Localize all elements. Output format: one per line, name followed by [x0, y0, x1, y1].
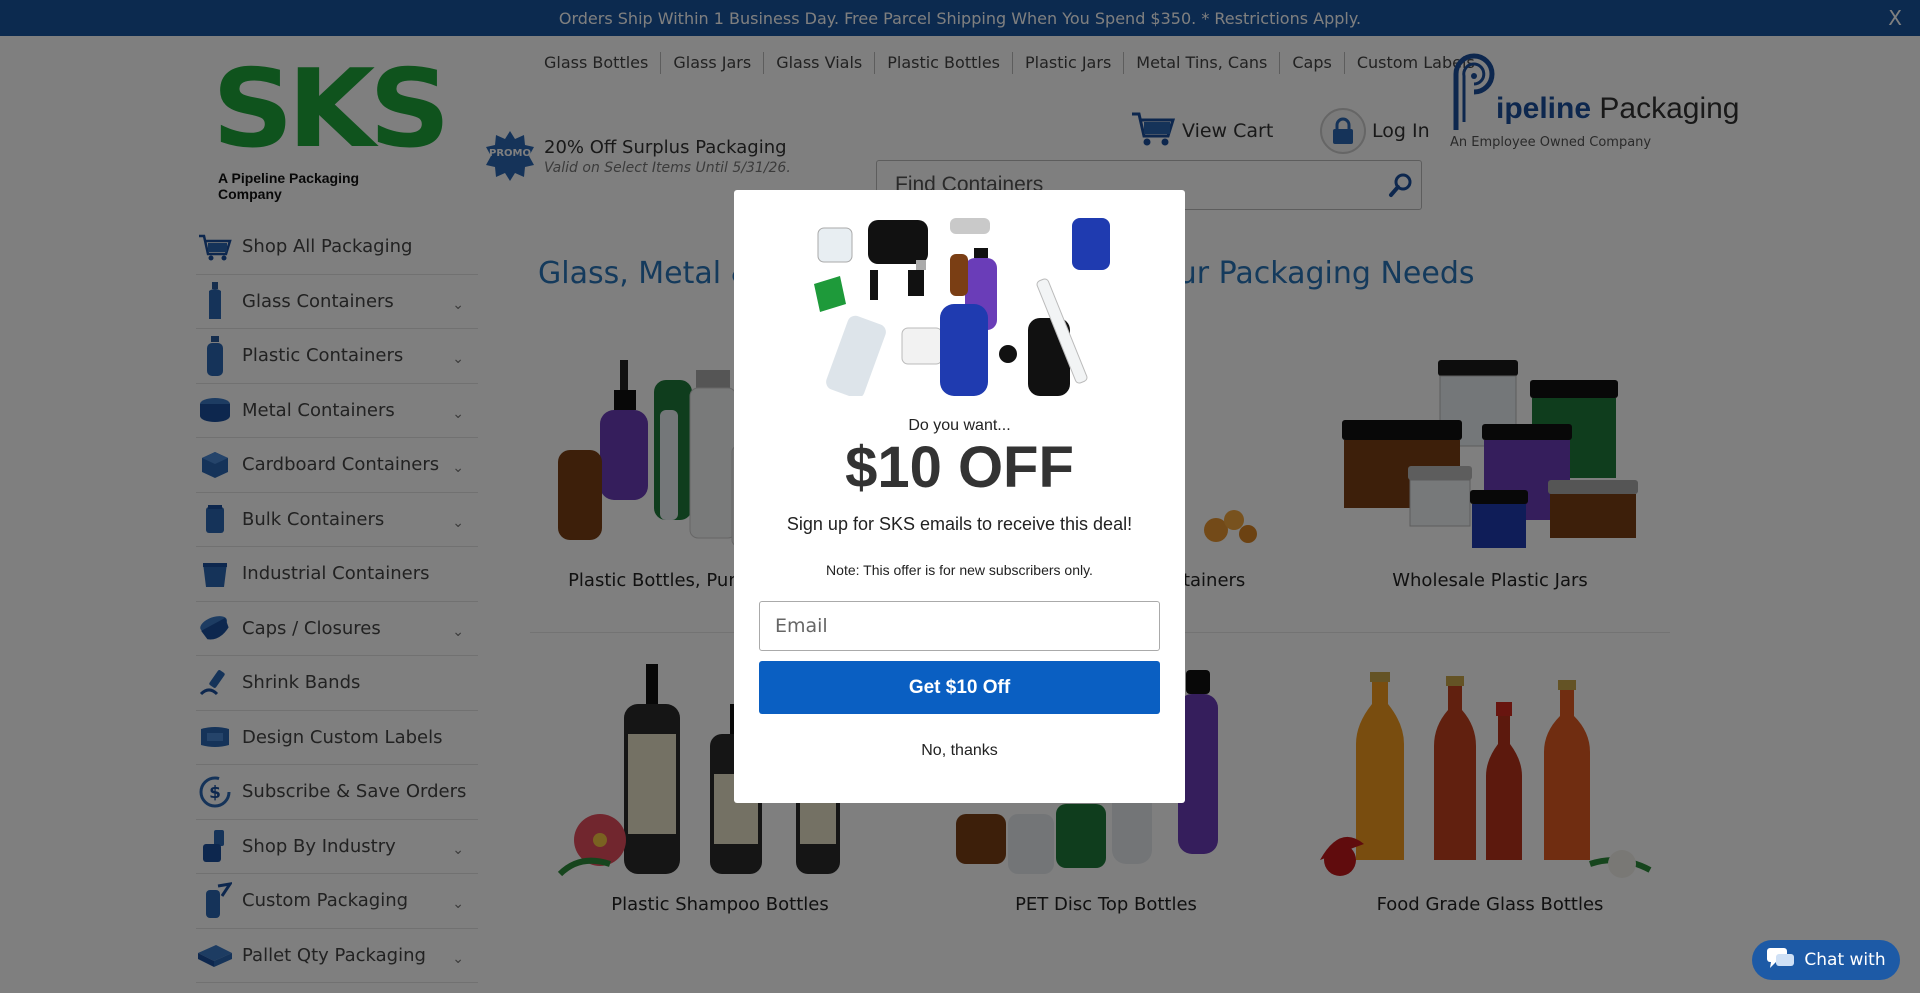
chat-label: Chat with: [1804, 950, 1886, 970]
no-thanks-link[interactable]: No, thanks: [734, 742, 1185, 760]
email-signup-modal: Do you want... $10 OFF Sign up for SKS e…: [734, 190, 1185, 803]
modal-signup-text: Sign up for SKS emails to receive this d…: [786, 514, 1133, 534]
modal-offer-headline: $10 OFF: [845, 435, 1074, 500]
email-field[interactable]: [759, 601, 1160, 651]
chat-bubble-icon: [1766, 946, 1796, 975]
chat-button[interactable]: Chat with: [1752, 940, 1900, 980]
get-discount-button[interactable]: Get $10 Off: [759, 661, 1160, 714]
modal-product-collage: [810, 218, 1110, 399]
modal-question: Do you want...: [908, 417, 1011, 434]
modal-note: Note: This offer is for new subscribers …: [826, 562, 1093, 578]
